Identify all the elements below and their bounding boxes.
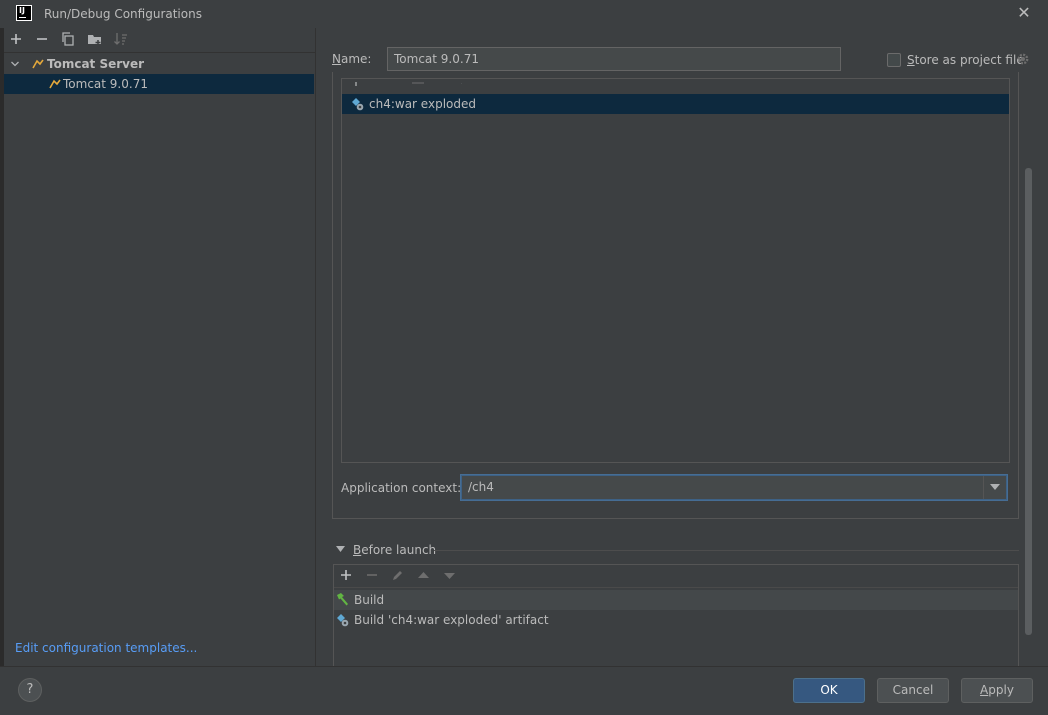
tree-item-label: Tomcat 9.0.71 bbox=[63, 77, 148, 91]
close-icon[interactable]: ✕ bbox=[1015, 4, 1033, 22]
before-launch-divider bbox=[434, 550, 1019, 551]
new-folder-icon bbox=[88, 35, 101, 45]
config-tree-panel bbox=[4, 28, 316, 666]
add-config-button[interactable] bbox=[8, 31, 24, 47]
tomcat-icon bbox=[32, 59, 44, 69]
ok-button[interactable]: OK bbox=[793, 678, 865, 703]
plus-icon bbox=[11, 34, 21, 44]
scrollbar-thumb[interactable] bbox=[1025, 168, 1032, 635]
deployment-list[interactable] bbox=[341, 78, 1010, 463]
window-title: Run/Debug Configurations bbox=[44, 7, 202, 21]
app-context-combobox[interactable]: /ch4 bbox=[461, 475, 1007, 500]
artifact-icon bbox=[352, 98, 364, 111]
copy-config-button[interactable] bbox=[60, 31, 76, 47]
app-context-dropdown-button[interactable] bbox=[983, 476, 1006, 499]
before-launch-task[interactable]: Build bbox=[334, 590, 1018, 610]
app-context-label: Application context: bbox=[341, 481, 462, 495]
task-label: Build 'ch4:war exploded' artifact bbox=[354, 613, 549, 627]
collapse-chevron-icon[interactable] bbox=[336, 546, 346, 553]
name-field[interactable]: Tomcat 9.0.71 bbox=[387, 47, 841, 71]
hammer-icon bbox=[337, 593, 348, 606]
task-label: Build bbox=[354, 593, 385, 607]
cancel-button[interactable]: Cancel bbox=[877, 678, 949, 703]
new-folder-button[interactable] bbox=[87, 31, 103, 47]
toolbar-separator bbox=[4, 52, 315, 53]
minus-icon bbox=[37, 38, 47, 40]
sort-icon bbox=[114, 33, 127, 45]
deployment-item-label: ch4:war exploded bbox=[369, 97, 476, 111]
edit-icon[interactable] bbox=[391, 568, 405, 582]
help-button[interactable]: ? bbox=[18, 678, 42, 702]
tomcat-icon bbox=[49, 79, 61, 89]
store-as-project-file-checkbox[interactable] bbox=[887, 53, 901, 67]
copy-icon bbox=[62, 32, 74, 46]
name-label: Name: bbox=[332, 52, 372, 66]
title-bar: IJ Run/Debug Configurations ✕ bbox=[0, 0, 1048, 29]
before-launch-task[interactable]: Build 'ch4:war exploded' artifact bbox=[334, 610, 1018, 630]
tree-item-tomcat-config[interactable]: Tomcat 9.0.71 bbox=[4, 74, 314, 94]
store-as-project-file-label[interactable]: Store as project file bbox=[907, 53, 1024, 67]
deployment-item[interactable]: ch4:war exploded bbox=[342, 94, 1009, 114]
intellij-icon: IJ bbox=[16, 5, 32, 21]
gear-icon[interactable] bbox=[1016, 52, 1030, 66]
chevron-down-icon bbox=[990, 484, 1000, 490]
edit-templates-link[interactable]: Edit configuration templates... bbox=[15, 641, 197, 655]
minus-icon[interactable] bbox=[365, 568, 379, 582]
artifact-icon bbox=[337, 614, 349, 627]
plus-icon[interactable] bbox=[339, 568, 353, 582]
sort-button[interactable] bbox=[113, 31, 129, 47]
move-down-icon[interactable] bbox=[443, 572, 456, 580]
move-up-icon[interactable] bbox=[417, 571, 430, 579]
chevron-down-icon[interactable] bbox=[10, 59, 20, 69]
apply-button[interactable]: Apply bbox=[961, 678, 1033, 703]
tree-group-tomcat-server[interactable]: Tomcat Server bbox=[4, 54, 314, 74]
name-label-rest: ame: bbox=[340, 52, 372, 66]
app-context-value[interactable]: /ch4 bbox=[468, 480, 494, 494]
deployment-toolbar-remnant bbox=[355, 82, 462, 86]
remove-config-button[interactable] bbox=[34, 31, 50, 47]
before-launch-toolbar-separator bbox=[334, 587, 1018, 588]
before-launch-title[interactable]: Before launch bbox=[353, 543, 436, 557]
tree-group-label: Tomcat Server bbox=[47, 57, 145, 71]
